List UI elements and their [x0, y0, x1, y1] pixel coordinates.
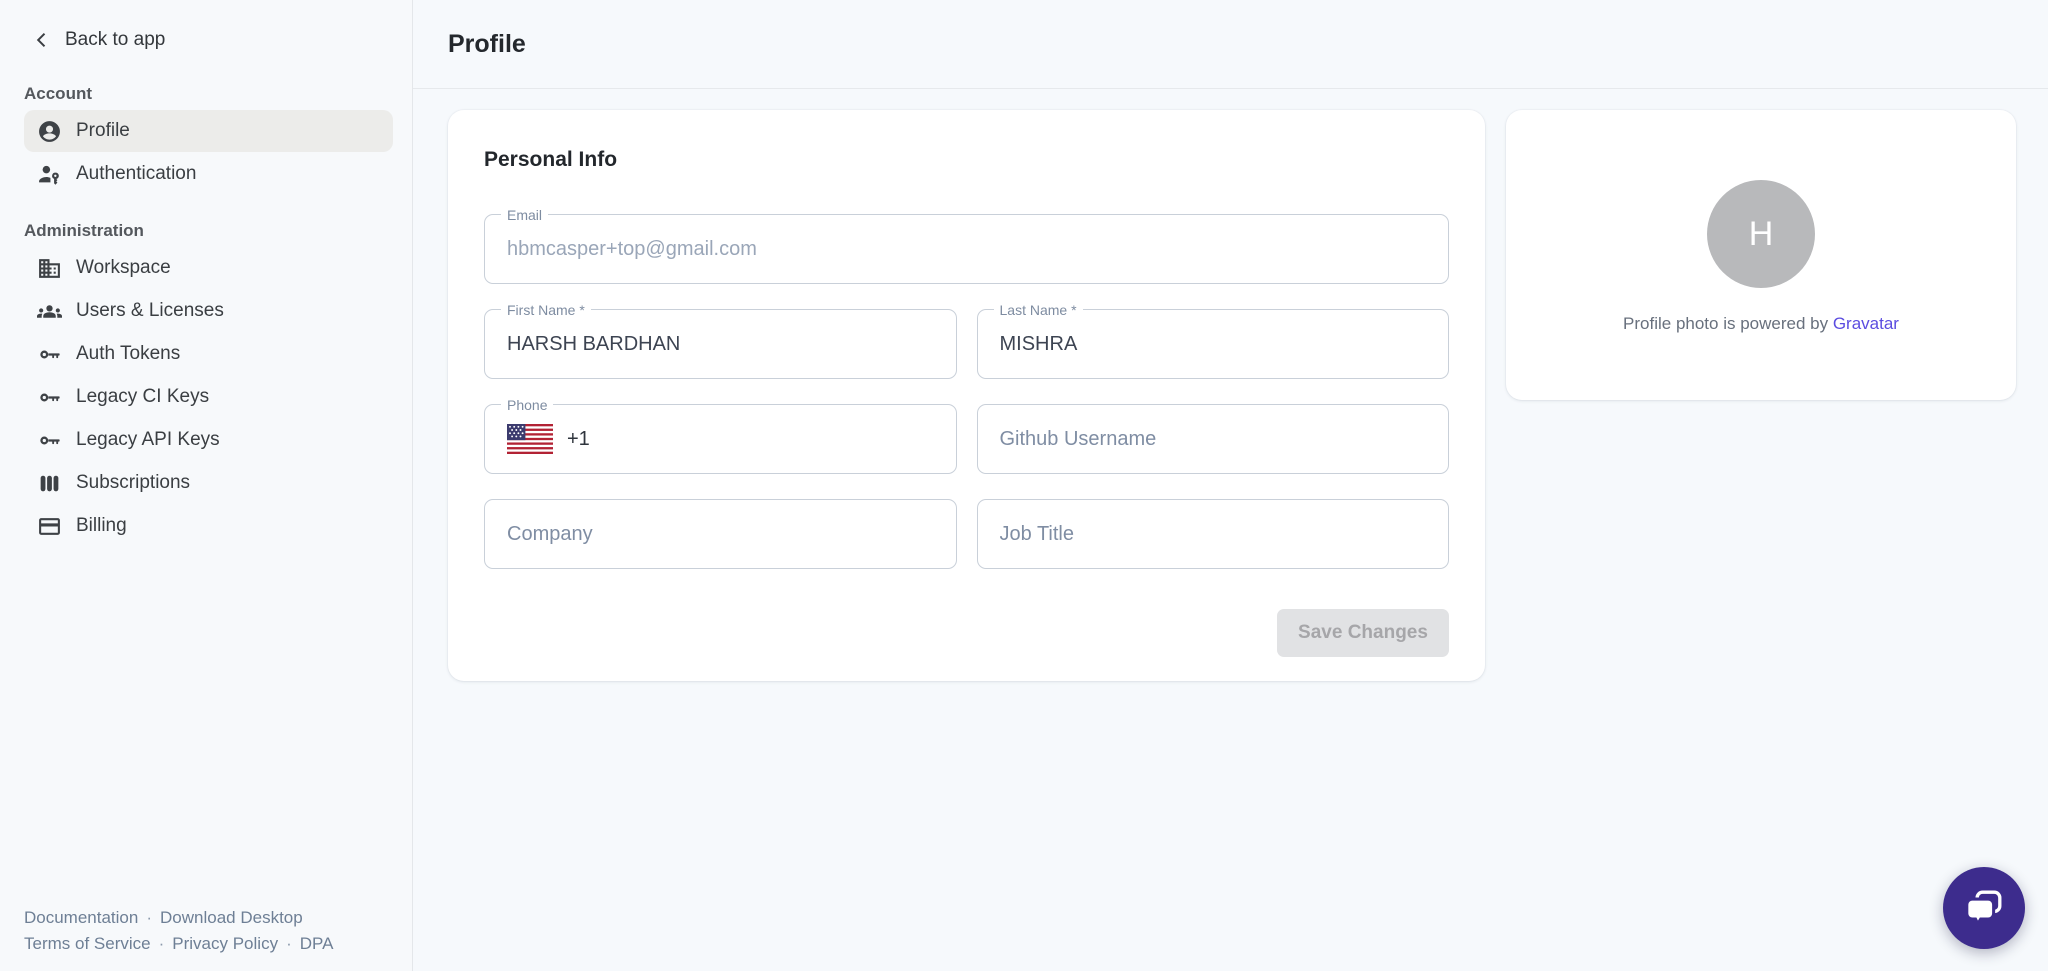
last-name-input[interactable] [1000, 333, 1427, 356]
gravatar-caption-text: Profile photo is powered by [1623, 314, 1828, 333]
section-header-account: Account [24, 84, 412, 104]
sidebar-item-auth-tokens[interactable]: Auth Tokens [24, 333, 393, 375]
key-icon [37, 428, 62, 453]
documentation-link[interactable]: Documentation [24, 908, 138, 927]
phone-dial-code[interactable]: +1 [567, 428, 590, 451]
phone-github-row: Phone [484, 404, 1449, 474]
page-header: Profile [413, 0, 2048, 89]
first-name-input[interactable] [507, 333, 934, 356]
last-name-field[interactable]: Last Name * [977, 309, 1450, 379]
first-name-field[interactable]: First Name * [484, 309, 957, 379]
avatar: H [1707, 180, 1815, 288]
email-label: Email [501, 206, 548, 224]
personal-info-card: Personal Info Email First Name * [448, 110, 1485, 681]
chat-launcher-button[interactable] [1943, 867, 2025, 949]
key-icon [37, 385, 62, 410]
back-to-app-label: Back to app [65, 29, 165, 51]
name-row: First Name * Last Name * [484, 309, 1449, 379]
email-field[interactable]: Email [484, 214, 1449, 284]
key-icon [37, 342, 62, 367]
avatar-letter: H [1749, 217, 1774, 251]
footer-separator: · [159, 934, 165, 953]
email-row: Email [484, 214, 1449, 284]
sidebar-item-label: Legacy API Keys [76, 429, 220, 451]
privacy-policy-link[interactable]: Privacy Policy [172, 934, 278, 953]
page-title: Profile [448, 30, 526, 59]
job-title-input[interactable] [1000, 523, 1427, 546]
save-changes-button[interactable]: Save Changes [1277, 609, 1449, 657]
sidebar-item-billing[interactable]: Billing [24, 505, 393, 547]
sidebar-item-label: Authentication [76, 163, 196, 185]
footer-row-2: Terms of Service · Privacy Policy · DPA [24, 931, 333, 957]
bars-icon [37, 471, 62, 496]
building-icon [37, 256, 62, 281]
sidebar-item-label: Profile [76, 120, 130, 142]
main-area: Profile Personal Info Email First Name [413, 0, 2048, 971]
dpa-link[interactable]: DPA [300, 934, 334, 953]
section-header-administration: Administration [24, 221, 412, 241]
sidebar-item-profile[interactable]: Profile [24, 110, 393, 152]
job-title-field[interactable] [977, 499, 1450, 569]
personal-info-form: Email First Name * Last Name * [484, 214, 1449, 657]
company-field[interactable] [484, 499, 957, 569]
footer-separator: · [146, 908, 152, 927]
sidebar-item-label: Users & Licenses [76, 300, 224, 322]
sidebar-footer: Documentation · Download Desktop Terms of … [24, 905, 333, 957]
back-to-app-button[interactable]: Back to app [30, 24, 165, 56]
person-key-icon [37, 162, 62, 187]
download-desktop-link[interactable]: Download Desktop [160, 908, 303, 927]
content-area: Personal Info Email First Name * [413, 89, 2048, 681]
phone-field[interactable]: Phone [484, 404, 957, 474]
github-username-field[interactable] [977, 404, 1450, 474]
app-root: Back to app Account Profile Authenticati… [0, 0, 2048, 971]
github-username-input[interactable] [1000, 428, 1427, 451]
sidebar-item-label: Subscriptions [76, 472, 190, 494]
last-name-label: Last Name * [994, 301, 1083, 319]
gravatar-caption: Profile photo is powered by Gravatar [1623, 314, 1899, 334]
groups-icon [37, 299, 62, 324]
gravatar-card: H Profile photo is powered by Gravatar [1506, 110, 2016, 400]
footer-row-1: Documentation · Download Desktop [24, 905, 333, 931]
sidebar-item-workspace[interactable]: Workspace [24, 247, 393, 289]
phone-label: Phone [501, 396, 553, 414]
sidebar-item-label: Auth Tokens [76, 343, 180, 365]
person-circle-icon [37, 119, 62, 144]
terms-of-service-link[interactable]: Terms of Service [24, 934, 151, 953]
sidebar-item-legacy-api-keys[interactable]: Legacy API Keys [24, 419, 393, 461]
sidebar-item-label: Legacy CI Keys [76, 386, 209, 408]
company-job-row [484, 499, 1449, 569]
us-flag-icon[interactable] [507, 424, 553, 454]
sidebar-item-subscriptions[interactable]: Subscriptions [24, 462, 393, 504]
sidebar-item-label: Billing [76, 515, 127, 537]
sidebar-item-authentication[interactable]: Authentication [24, 153, 393, 195]
sidebar-item-legacy-ci-keys[interactable]: Legacy CI Keys [24, 376, 393, 418]
chevron-left-icon [30, 28, 54, 52]
email-input [507, 238, 1426, 261]
chat-bubbles-icon [1962, 886, 2006, 930]
form-actions: Save Changes [484, 609, 1449, 657]
sidebar-item-label: Workspace [76, 257, 171, 279]
sidebar-item-users-licenses[interactable]: Users & Licenses [24, 290, 393, 332]
settings-sidebar: Back to app Account Profile Authenticati… [0, 0, 413, 971]
company-input[interactable] [507, 523, 934, 546]
gravatar-link[interactable]: Gravatar [1833, 314, 1899, 333]
credit-card-icon [37, 514, 62, 539]
personal-info-title: Personal Info [484, 148, 1449, 172]
footer-separator: · [286, 934, 292, 953]
first-name-label: First Name * [501, 301, 591, 319]
